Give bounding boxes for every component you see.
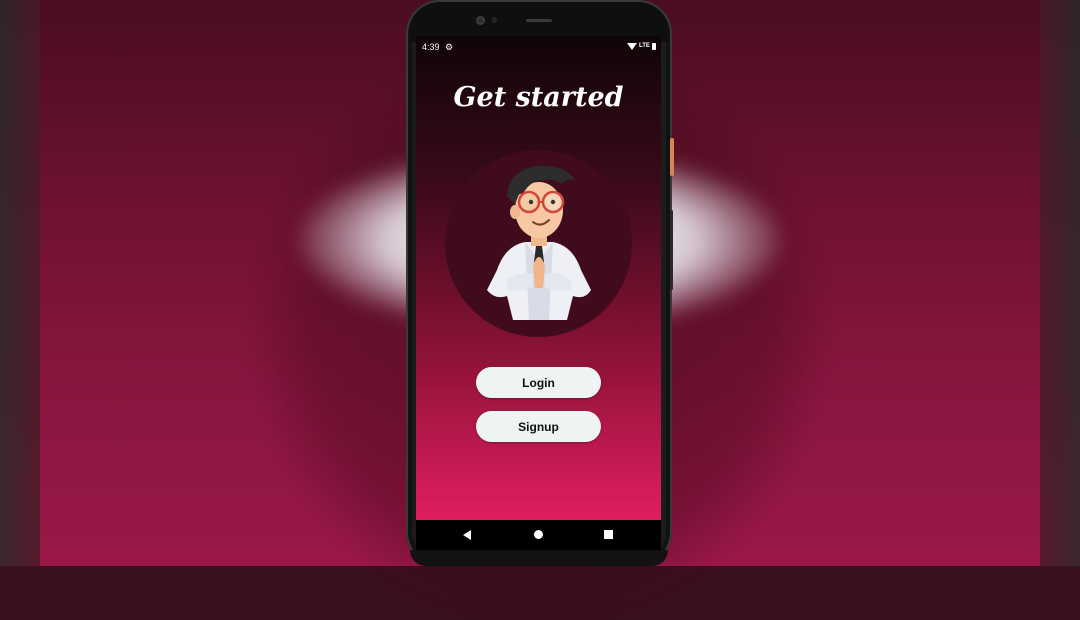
signup-button[interactable]: Signup <box>476 411 601 442</box>
wifi-icon <box>627 43 637 50</box>
login-button[interactable]: Login <box>476 367 601 398</box>
battery-icon <box>652 43 656 50</box>
recents-icon[interactable] <box>604 530 613 539</box>
background-edge-right <box>1040 0 1080 566</box>
volume-button <box>670 210 673 290</box>
page-title: Get started <box>453 82 624 113</box>
doctor-avatar <box>487 165 591 320</box>
avatar-hands <box>533 257 545 288</box>
avatar-eye-right <box>550 199 556 205</box>
background-edge-left <box>0 0 40 566</box>
status-time: 4:39 <box>422 42 440 52</box>
back-icon[interactable] <box>463 530 471 540</box>
network-type: LTE <box>639 43 650 49</box>
earpiece-speaker <box>526 19 552 22</box>
avatar-ear <box>510 205 520 219</box>
navigation-bar <box>416 520 661 550</box>
front-camera <box>476 16 485 25</box>
power-button <box>670 138 674 176</box>
status-bar: 4:39 ⚙ LTE <box>416 42 661 56</box>
app-screen: 4:39 ⚙ LTE Get started Login Signup <box>416 36 661 520</box>
home-icon[interactable] <box>534 530 543 539</box>
gear-icon: ⚙ <box>445 42 454 52</box>
proximity-sensor <box>492 17 497 23</box>
avatar-eye-left <box>528 199 534 205</box>
phone-bottom-bezel <box>410 550 668 566</box>
